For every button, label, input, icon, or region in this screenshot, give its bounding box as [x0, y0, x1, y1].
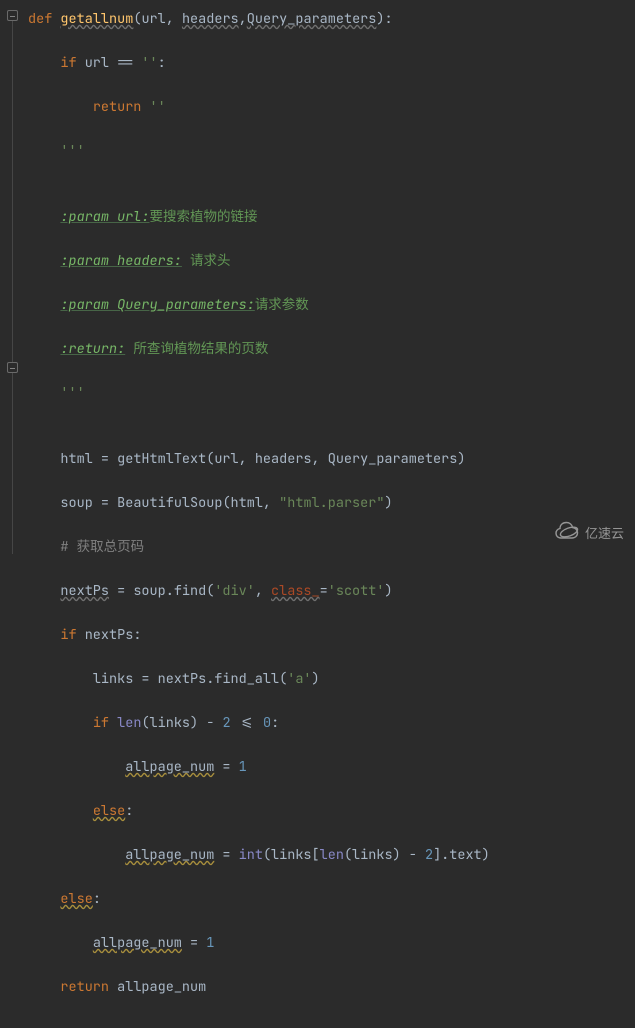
- keyword-def: def: [28, 10, 52, 28]
- code-line: :return: 所查询植物结果的页数: [28, 338, 635, 360]
- code-line: html = getHtmlText(url, headers, Query_p…: [28, 448, 635, 470]
- watermark-logo: 亿速云: [555, 519, 625, 547]
- code-line: return allpage_num: [28, 976, 635, 998]
- code-line: return '': [28, 96, 635, 118]
- code-line: :param url:要搜索植物的链接: [28, 206, 635, 228]
- code-line: allpage_num = int(links[len(links) - 2].…: [28, 844, 635, 866]
- code-line: ''': [28, 140, 635, 162]
- code-line: def getallnum(url, headers,Query_paramet…: [28, 8, 635, 30]
- code-line: :param Query_parameters:请求参数: [28, 294, 635, 316]
- comment: # 获取总页码: [60, 538, 144, 556]
- code-line: nextPs = soup.find('div', class_='scott'…: [28, 580, 635, 602]
- docstring-close: ''': [60, 384, 84, 402]
- code-line: :param headers: 请求头: [28, 250, 635, 272]
- code-line: if url == '':: [28, 52, 635, 74]
- docstring-open: ''': [60, 142, 84, 160]
- code-line: allpage_num = 1: [28, 932, 635, 954]
- code-line: else:: [28, 800, 635, 822]
- code-line: if nextPs:: [28, 624, 635, 646]
- code-line: soup = BeautifulSoup(html, "html.parser"…: [28, 492, 635, 514]
- code-editor[interactable]: def getallnum(url, headers,Query_paramet…: [0, 0, 635, 1028]
- code-line: if len(links) - 2 <= 0:: [28, 712, 635, 734]
- code-line: allpage_num = 1: [28, 756, 635, 778]
- code-line: else:: [28, 888, 635, 910]
- code-line: # 获取总页码: [28, 536, 635, 558]
- code-line: ''': [28, 382, 635, 404]
- function-name: getallnum: [60, 10, 133, 28]
- svg-text:亿速云: 亿速云: [585, 526, 624, 541]
- code-line: links = nextPs.find_all('a'): [28, 668, 635, 690]
